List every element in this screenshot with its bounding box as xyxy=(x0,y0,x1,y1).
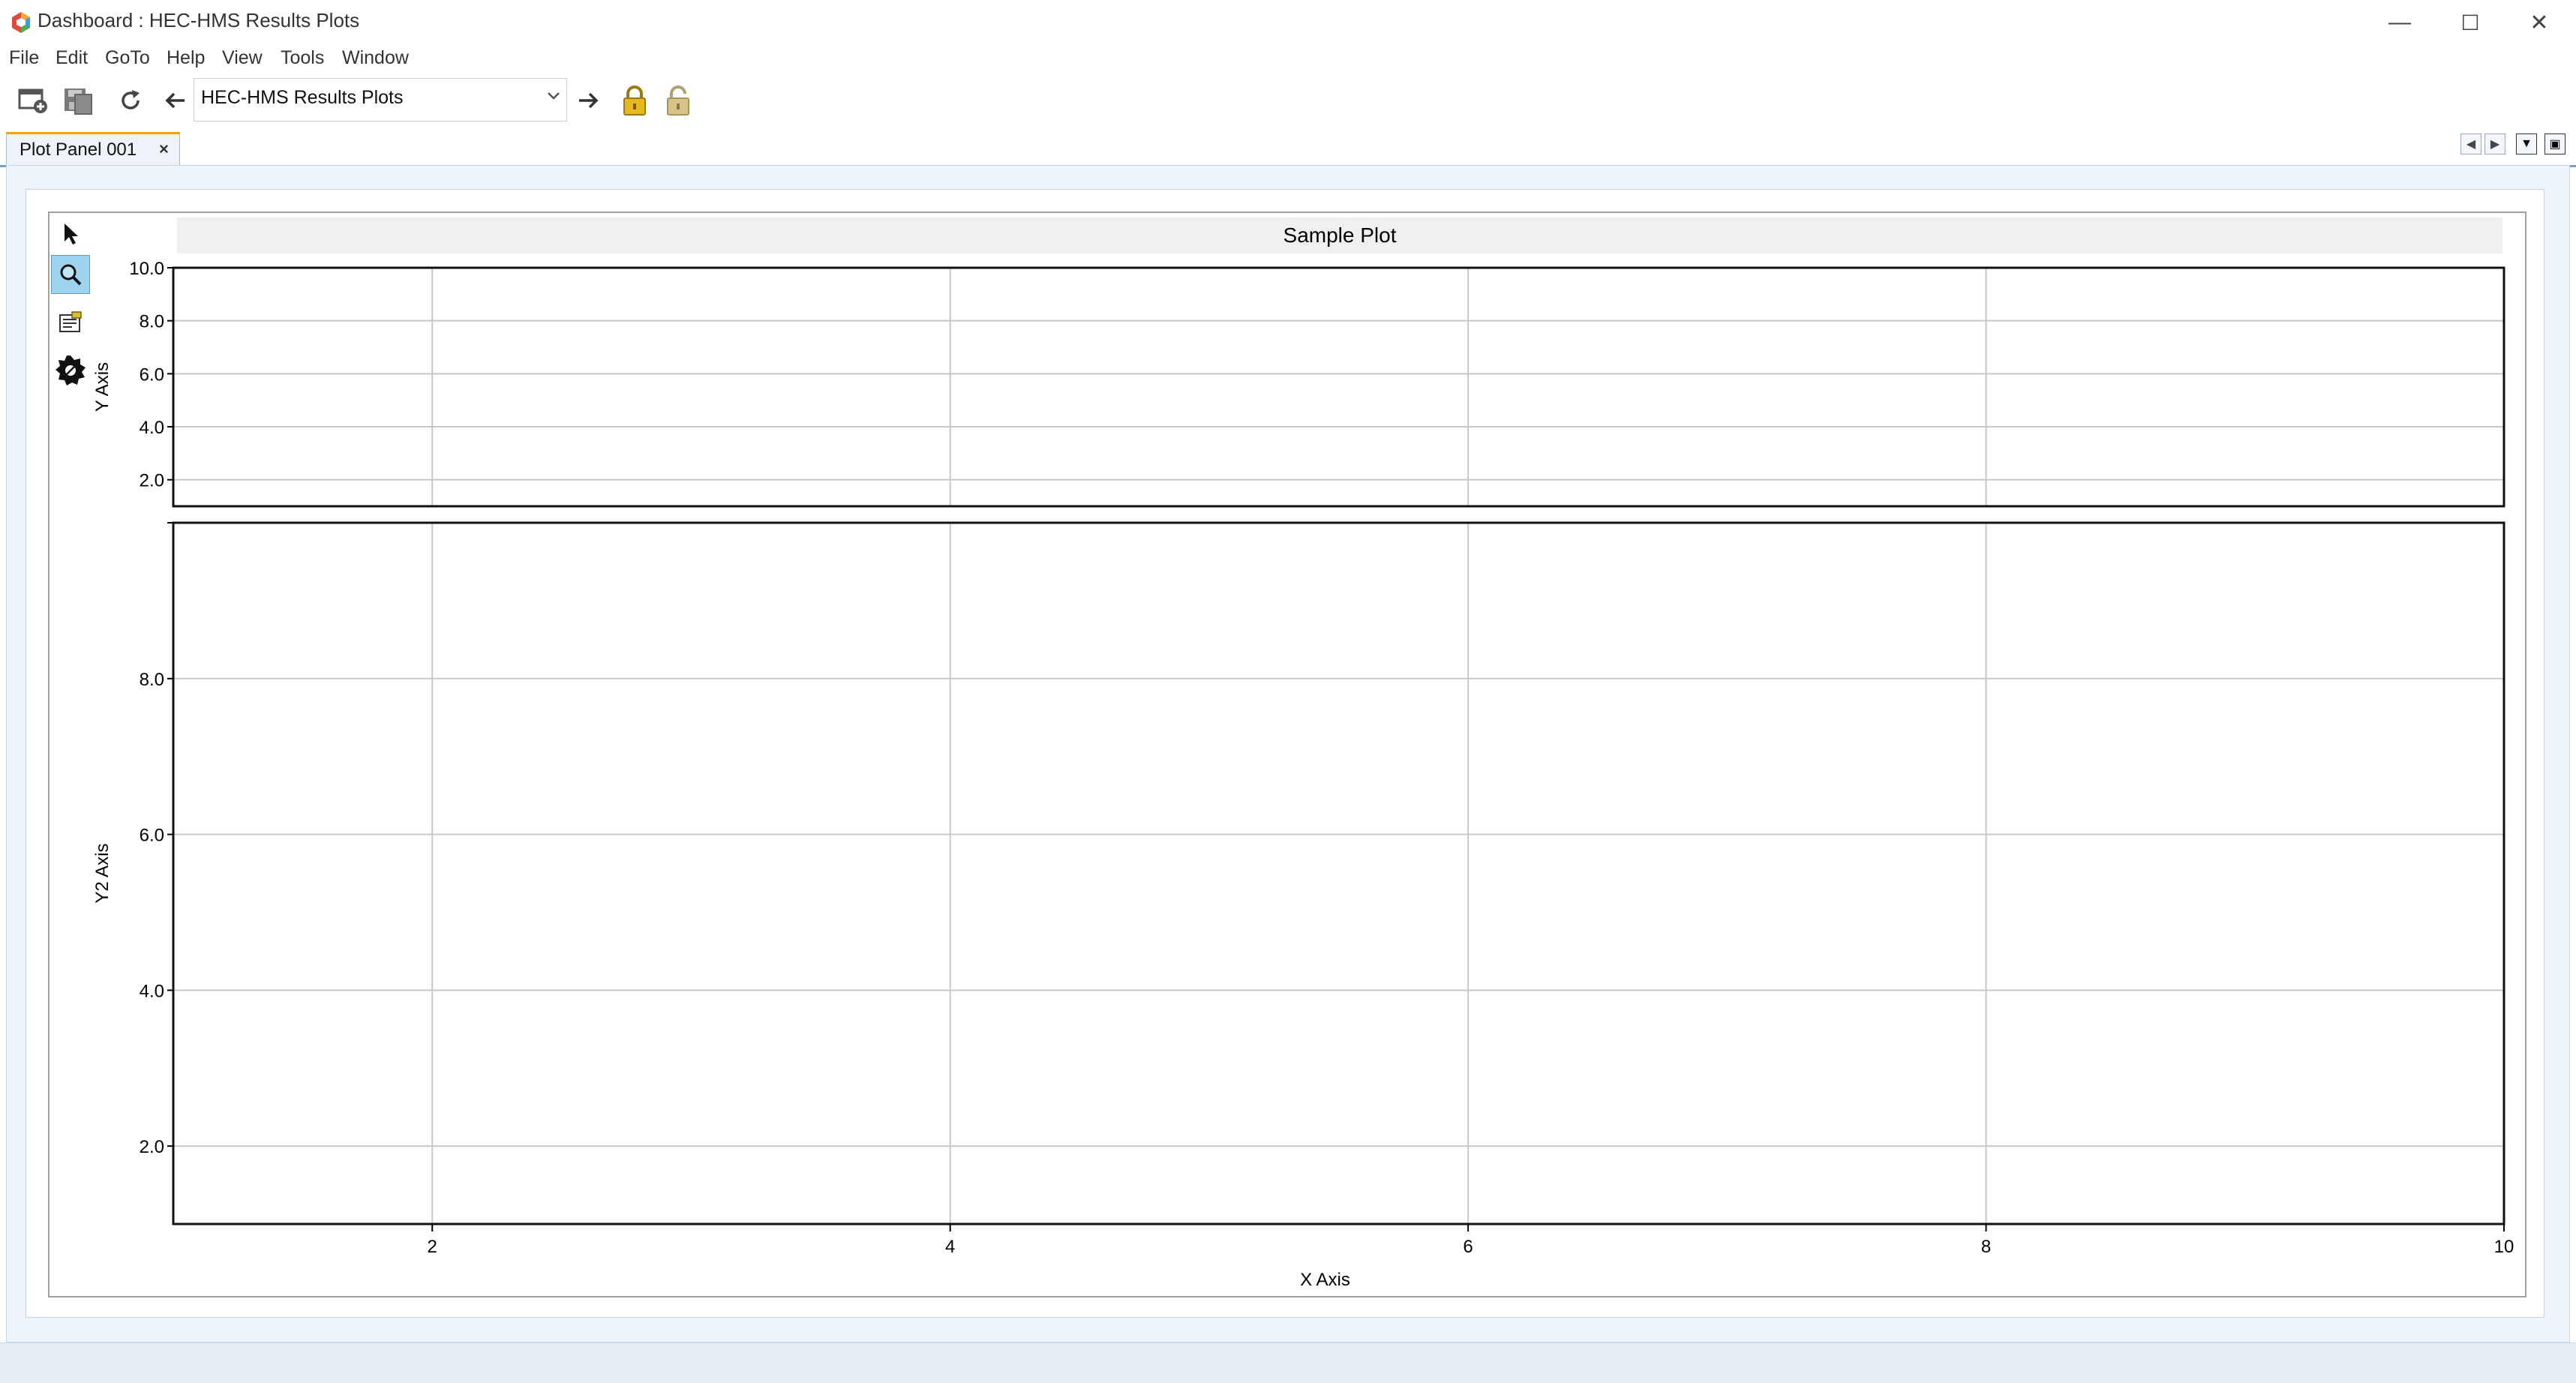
y-tick-label: 10.0 xyxy=(129,259,164,279)
y-tick-label: 6.0 xyxy=(140,364,164,385)
x-tick-label: 10 xyxy=(2494,1237,2514,1257)
status-bar xyxy=(0,1342,2576,1383)
x-tick-label: 8 xyxy=(1981,1237,1991,1257)
y-tick-label: 2.0 xyxy=(140,471,164,491)
y-tick-label: 8.0 xyxy=(140,670,164,690)
chart-svg: 2.0 4.0 6.0 8.0 10.0 Y Axis 2.0 4.0 6.0 8.0 Y2 Axi… xyxy=(92,259,2514,1290)
x-tick-label: 6 xyxy=(1463,1237,1473,1257)
y-tick-label: 4.0 xyxy=(140,981,164,1001)
x-tick-label: 4 xyxy=(945,1237,955,1257)
y-axis-label: Y Axis xyxy=(92,362,113,412)
y-axis-label: Y2 Axis xyxy=(92,843,113,903)
y-tick-label: 2.0 xyxy=(140,1137,164,1157)
y-tick-label: 8.0 xyxy=(140,312,164,332)
plot-area-frame xyxy=(172,266,2505,508)
x-axis-label: X Axis xyxy=(1300,1270,1350,1290)
plot-area-frame xyxy=(172,521,2505,1226)
y-tick-label: 4.0 xyxy=(140,418,164,438)
y-tick-label: 6.0 xyxy=(140,826,164,846)
x-tick-label: 2 xyxy=(428,1237,437,1257)
